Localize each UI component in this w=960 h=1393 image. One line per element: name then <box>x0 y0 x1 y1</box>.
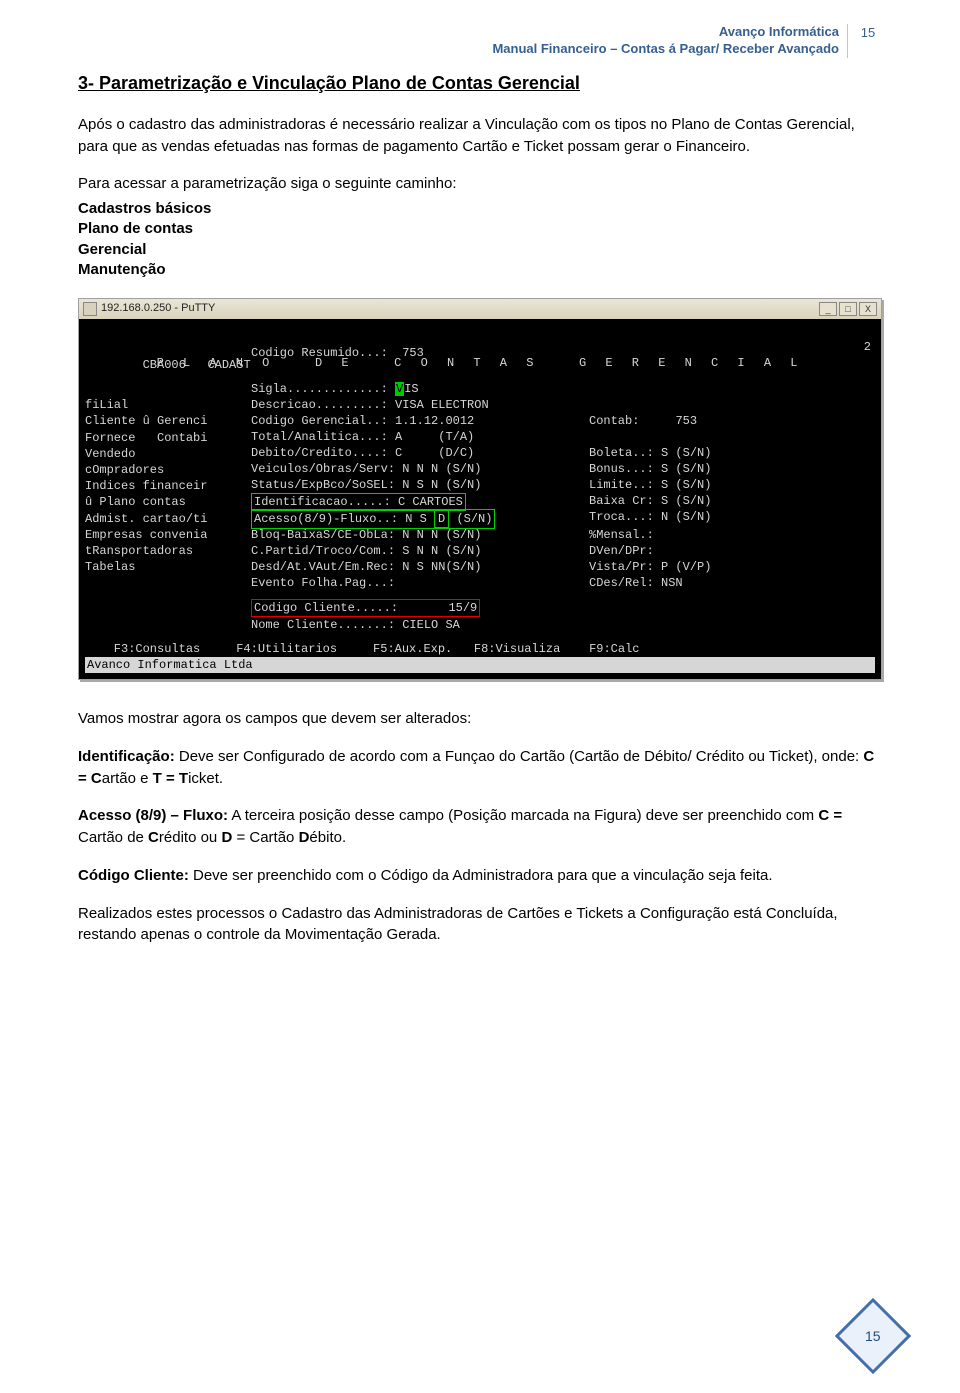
path-line: Gerencial <box>78 240 882 260</box>
brand-label: Avanço Informática <box>719 24 839 39</box>
path-line: Plano de contas <box>78 219 882 239</box>
window-titlebar: 192.168.0.250 - PuTTY _ □ X <box>79 299 881 319</box>
fkeys-row: F3:Consultas F4:Utilitarios F5:Aux.Exp. … <box>85 641 875 657</box>
field-contab: Contab: 753 <box>589 413 697 429</box>
paragraph-intro: Após o cadastro das administradoras é ne… <box>78 114 882 158</box>
field-codres: Codigo Resumido...: 753 <box>251 345 424 361</box>
r-vista: Vista/Pr: P (V/P) <box>589 559 711 575</box>
r-dven: DVen/DPr: <box>589 543 654 559</box>
field-desd: Desd/At.VAut/Em.Rec: N S NN(S/N) <box>251 559 481 575</box>
path-line: Cadastros básicos <box>78 199 882 219</box>
minimize-button[interactable]: _ <box>819 302 837 316</box>
r-mensal: %Mensal.: <box>589 527 654 543</box>
terminal-screen[interactable]: P L A N O D E C O N T A S G E R E N C I … <box>79 319 881 679</box>
header-text: Avanço Informática Manual Financeiro – C… <box>492 24 839 58</box>
explain-codcli: Código Cliente: Deve ser preenchido com … <box>78 865 882 887</box>
terminal-window: 192.168.0.250 - PuTTY _ □ X P L A N O D … <box>78 298 882 680</box>
footer-status: Avanco Informatica Ltda <box>85 657 875 673</box>
window-title: 192.168.0.250 - PuTTY <box>101 301 215 317</box>
r-bonus: Bonus...: S (S/N) <box>589 461 711 477</box>
path-line: Manutenção <box>78 260 882 280</box>
page-header: Avanço Informática Manual Financeiro – C… <box>78 24 882 58</box>
field-nomecli: Nome Cliente.......: CIELO SA <box>251 617 460 633</box>
left-menu: fiLial Cliente û Gerenci Fornece Contabi… <box>85 381 207 575</box>
explain-ident: Identificação: Deve ser Configurado de a… <box>78 746 882 790</box>
window-buttons: _ □ X <box>819 302 877 316</box>
explain-intro: Vamos mostrar agora os campos que devem … <box>78 708 882 730</box>
header-page-number: 15 <box>847 24 882 58</box>
window-icon <box>83 302 97 316</box>
field-debcred: Debito/Credito....: C (D/C) <box>251 445 474 461</box>
field-codcli: Codigo Cliente.....: 15/9 <box>251 599 480 617</box>
field-sigla: Sigla.............: VIS <box>251 381 419 397</box>
page: Avanço Informática Manual Financeiro – C… <box>0 0 960 1393</box>
maximize-button[interactable]: □ <box>839 302 857 316</box>
doc-title: Manual Financeiro – Contas á Pagar/ Rece… <box>492 41 839 56</box>
explain-final: Realizados estes processos o Cadastro da… <box>78 903 882 947</box>
r-boleta: Boleta..: S (S/N) <box>589 445 711 461</box>
field-descr: Descricao.........: VISA ELECTRON <box>251 397 489 413</box>
field-total: Total/Analitica...: A (T/A) <box>251 429 474 445</box>
r-baixacr: Baixa Cr: S (S/N) <box>589 493 711 509</box>
paragraph-path-intro: Para acessar a parametrização siga o seg… <box>78 173 882 195</box>
footer-page-badge: 15 <box>835 1298 911 1374</box>
explain-acesso: Acesso (8/9) – Fluxo: A terceira posição… <box>78 805 882 849</box>
section-title: 3- Parametrização e Vinculação Plano de … <box>78 70 882 96</box>
r-troca: Troca...: N (S/N) <box>589 509 711 525</box>
nav-path: Cadastros básicos Plano de contas Gerenc… <box>78 199 882 280</box>
screen-pagen: 2 <box>864 339 871 355</box>
field-bloq: Bloq-BaixaS/CE-ObLa: N N N (S/N) <box>251 527 481 543</box>
r-limite: Limite..: S (S/N) <box>589 477 711 493</box>
r-cdes: CDes/Rel: NSN <box>589 575 683 591</box>
close-button[interactable]: X <box>859 302 877 316</box>
field-cpart: C.Partid/Troco/Com.: S N N (S/N) <box>251 543 481 559</box>
field-status: Status/ExpBco/SoSEL: N S N (S/N) <box>251 477 481 493</box>
field-codger: Codigo Gerencial..: 1.1.12.0012 <box>251 413 474 429</box>
field-veic: Veiculos/Obras/Serv: N N N (S/N) <box>251 461 481 477</box>
field-evento: Evento Folha.Pag...: <box>251 575 395 591</box>
